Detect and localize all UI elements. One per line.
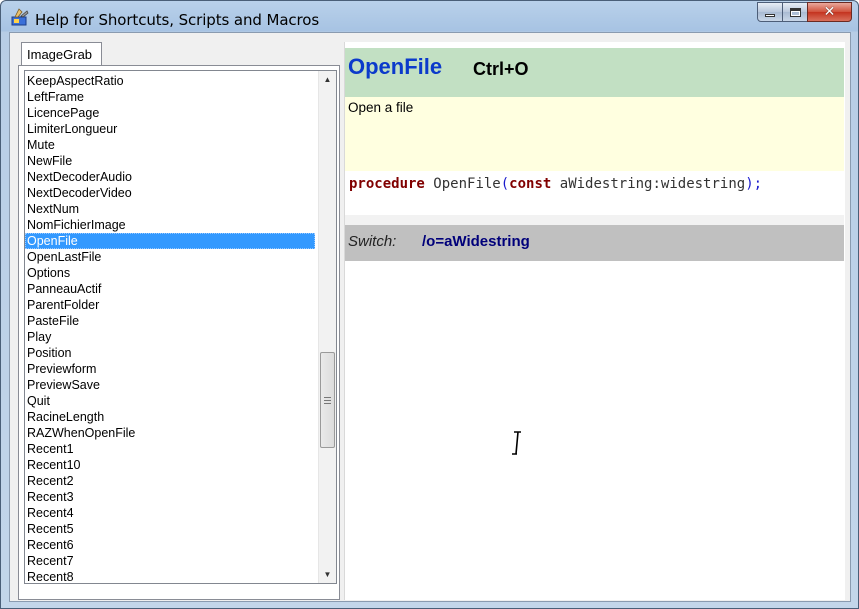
- list-item[interactable]: Recent5: [25, 521, 315, 537]
- list-item[interactable]: LeftFrame: [25, 89, 315, 105]
- signature-name: OpenFile: [433, 176, 501, 192]
- list-item[interactable]: NomFichierImage: [25, 217, 315, 233]
- list-item[interactable]: Recent7: [25, 553, 315, 569]
- list-item[interactable]: PasteFile: [25, 313, 315, 329]
- scrollbar-thumb[interactable]: [320, 352, 335, 448]
- switch-block: Switch: /o=aWidestring: [345, 225, 844, 261]
- list-item[interactable]: Recent1: [25, 441, 315, 457]
- list-item[interactable]: RacineLength: [25, 409, 315, 425]
- help-window: Help for Shortcuts, Scripts and Macros ✕…: [0, 0, 859, 609]
- text-cursor-icon: [512, 431, 521, 455]
- list-item[interactable]: Recent4: [25, 505, 315, 521]
- list-item[interactable]: Options: [25, 265, 315, 281]
- close-button[interactable]: ✕: [807, 2, 852, 22]
- signature-open-paren: (: [500, 176, 510, 192]
- app-icon: [11, 8, 29, 26]
- switch-value: /o=aWidestring: [422, 233, 530, 250]
- grip-icon: [324, 396, 331, 404]
- command-description: Open a file: [348, 100, 414, 115]
- maximize-button[interactable]: [782, 2, 808, 22]
- scroll-down-arrow-icon[interactable]: ▼: [319, 566, 336, 583]
- close-icon: ✕: [823, 4, 836, 20]
- title-bar[interactable]: Help for Shortcuts, Scripts and Macros ✕: [1, 1, 858, 33]
- list-item[interactable]: Mute: [25, 137, 315, 153]
- list-item[interactable]: Previewform: [25, 361, 315, 377]
- list-item[interactable]: LicencePage: [25, 105, 315, 121]
- list-item[interactable]: KeepAspectRatio: [25, 73, 315, 89]
- maximize-icon: [789, 7, 801, 17]
- list-item[interactable]: Position: [25, 345, 315, 361]
- list-item[interactable]: NextNum: [25, 201, 315, 217]
- minimize-button[interactable]: [757, 2, 783, 22]
- list-item[interactable]: Recent8: [25, 569, 315, 583]
- list-item[interactable]: Recent3: [25, 489, 315, 505]
- client-area: ImageGrab KeepAspectRatio LeftFrame Licenc…: [9, 32, 851, 602]
- signature-params: aWidestring:widestring: [559, 176, 746, 192]
- list-item[interactable]: Quit: [25, 393, 315, 409]
- vertical-scrollbar[interactable]: ▲ ▼: [318, 71, 336, 583]
- keyword-const: const: [509, 176, 552, 192]
- procedure-signature: procedure OpenFile(const aWidestring:wid…: [349, 176, 762, 192]
- tab-panel: KeepAspectRatio LeftFrame LicencePage Limit…: [18, 65, 340, 600]
- command-header: OpenFile Ctrl+O: [345, 48, 844, 97]
- tab-imagegrab[interactable]: ImageGrab: [21, 42, 102, 66]
- separator-band: [345, 215, 844, 225]
- list-item[interactable]: OpenLastFile: [25, 249, 315, 265]
- window-title: Help for Shortcuts, Scripts and Macros: [35, 11, 320, 29]
- list-item[interactable]: LimiterLongueur: [25, 121, 315, 137]
- list-item[interactable]: PreviewSave: [25, 377, 315, 393]
- list-item[interactable]: NewFile: [25, 153, 315, 169]
- command-list: KeepAspectRatio LeftFrame LicencePage Limit…: [25, 73, 315, 583]
- list-item[interactable]: ParentFolder: [25, 297, 315, 313]
- help-detail-pane: OpenFile Ctrl+O Open a file procedure Op…: [344, 42, 845, 600]
- command-listbox[interactable]: KeepAspectRatio LeftFrame LicencePage Limit…: [24, 70, 337, 584]
- list-item[interactable]: Recent6: [25, 537, 315, 553]
- keyword-procedure: procedure: [349, 176, 425, 192]
- list-item[interactable]: OpenFile: [25, 233, 315, 249]
- list-item[interactable]: Play: [25, 329, 315, 345]
- list-item[interactable]: Recent2: [25, 473, 315, 489]
- list-item[interactable]: NextDecoderAudio: [25, 169, 315, 185]
- list-item[interactable]: PanneauActif: [25, 281, 315, 297]
- list-item[interactable]: Recent10: [25, 457, 315, 473]
- signature-close: );: [745, 176, 763, 192]
- description-block: Open a file: [345, 97, 844, 171]
- command-shortcut: Ctrl+O: [473, 59, 529, 79]
- scroll-up-arrow-icon[interactable]: ▲: [319, 71, 336, 88]
- list-item[interactable]: NextDecoderVideo: [25, 185, 315, 201]
- minimize-icon: [765, 14, 775, 17]
- command-name: OpenFile: [348, 54, 443, 79]
- list-item[interactable]: RAZWhenOpenFile: [25, 425, 315, 441]
- window-controls: ✕: [757, 2, 852, 22]
- switch-label: Switch:: [348, 233, 397, 250]
